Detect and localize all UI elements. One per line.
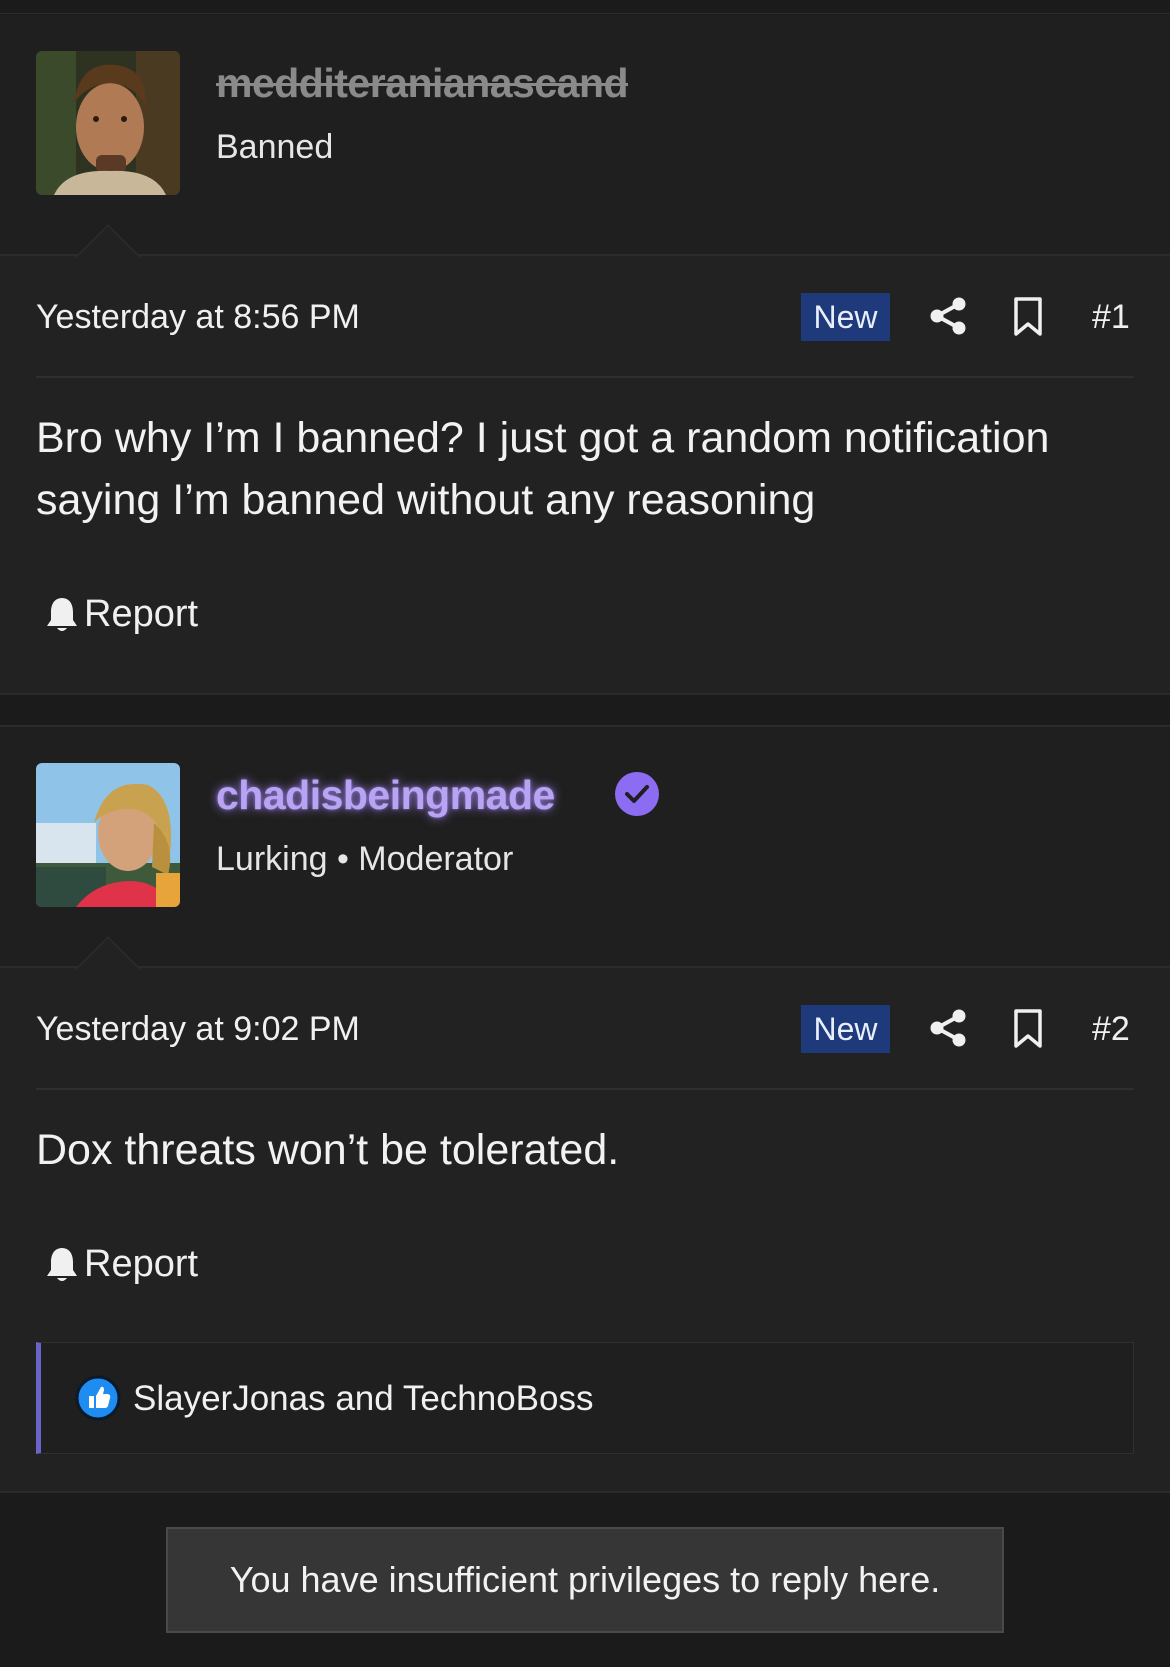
post-meta: Yesterday at 8:56 PM New #1	[0, 256, 1170, 378]
post-2: chadisbeingmade Lurking • Moderator Yest…	[0, 727, 1170, 1491]
post-user-header: chadisbeingmade Lurking • Moderator	[0, 727, 1170, 970]
user-title: Banned	[216, 128, 334, 166]
avatar[interactable]	[36, 763, 180, 907]
header-caret	[74, 224, 142, 258]
username[interactable]: chadisbeingmade	[216, 772, 555, 819]
reactions-bar[interactable]: SlayerJonas and TechnoBoss	[36, 1342, 1134, 1454]
bookmark-icon[interactable]	[1012, 296, 1044, 338]
reaction-users[interactable]: SlayerJonas and TechnoBoss	[133, 1379, 594, 1419]
post-1: medditeranianascand Banned Yesterday at …	[0, 15, 1170, 693]
report-label: Report	[84, 1243, 199, 1285]
share-icon[interactable]	[928, 1008, 968, 1048]
report-label: Report	[84, 593, 199, 635]
post-number[interactable]: #1	[1092, 298, 1130, 337]
post-body: Dox threats won’t be tolerated.	[36, 1126, 620, 1174]
report-link[interactable]: Report	[44, 593, 198, 636]
new-badge: New	[801, 1005, 890, 1053]
username[interactable]: medditeranianascand	[216, 60, 629, 107]
insufficient-privileges-notice: You have insufficient privileges to repl…	[166, 1527, 1004, 1633]
post-date[interactable]: Yesterday at 9:02 PM	[36, 1010, 360, 1049]
report-link[interactable]: Report	[44, 1243, 198, 1286]
meta-divider	[36, 376, 1134, 378]
post-number[interactable]: #2	[1092, 1010, 1130, 1049]
post-meta: Yesterday at 9:02 PM New #2	[0, 968, 1170, 1090]
reply-area: You have insufficient privileges to repl…	[0, 1491, 1170, 1667]
avatar[interactable]	[36, 51, 180, 195]
like-icon	[75, 1375, 121, 1421]
top-divider	[0, 0, 1170, 14]
new-badge: New	[801, 293, 890, 341]
header-caret	[74, 936, 142, 970]
post-separator	[0, 693, 1170, 727]
share-icon[interactable]	[928, 296, 968, 336]
bell-icon	[47, 1247, 77, 1281]
post-user-header: medditeranianascand Banned	[0, 15, 1170, 258]
thread-page: medditeranianascand Banned Yesterday at …	[0, 0, 1170, 1667]
bookmark-icon[interactable]	[1012, 1008, 1044, 1050]
post-date[interactable]: Yesterday at 8:56 PM	[36, 298, 360, 337]
post-body: Bro why I’m I banned? I just got a rando…	[36, 414, 1050, 524]
meta-divider	[36, 1088, 1134, 1090]
bell-icon	[47, 597, 77, 631]
verified-check-icon	[615, 772, 659, 816]
user-title: Lurking • Moderator	[216, 840, 514, 878]
